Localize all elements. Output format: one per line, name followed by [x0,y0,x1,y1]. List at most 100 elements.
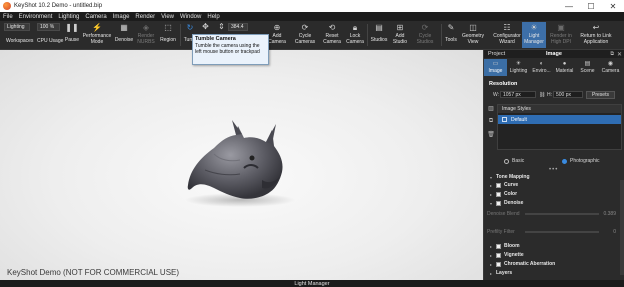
menu-window[interactable]: Window [180,14,201,20]
tab-image[interactable]: ▭ Image [484,59,507,76]
menu-image[interactable]: Image [113,14,130,20]
configurator-wizard-button[interactable]: ☷ Configurator Wizard [491,23,523,45]
light-manager-bar[interactable]: Light Manager [0,280,624,287]
basic-mode-option[interactable]: Basic [504,158,524,164]
prefilter-value[interactable]: 0 [613,229,616,235]
denoise-row[interactable]: ▾ Denoise [490,200,523,206]
tab-lighting[interactable]: ☀ Lighting [507,59,530,76]
tone-mapping-row[interactable]: ▾ Tone Mapping [490,174,530,180]
nurbs-icon: ◈ [142,22,150,32]
tumble-camera-tooltip: Tumble Camera Tumble the camera using th… [192,34,269,65]
light-bulb-icon: ☀ [530,22,538,32]
menu-lighting[interactable]: Lighting [58,14,79,20]
bloom-checkbox[interactable] [496,243,501,249]
region-button[interactable]: ⬚ Region [158,23,178,44]
photographic-mode-option[interactable]: Photographic [562,158,599,164]
image-styles-list: Image Styles Default [497,104,622,150]
geometry-view-button[interactable]: ◫ Geometry View [461,23,485,45]
menu-render[interactable]: Render [135,14,155,20]
zoom-select[interactable]: 100 % [37,23,60,31]
maximize-button[interactable]: ☐ [580,0,602,12]
project-label[interactable]: Project [488,51,505,57]
menu-view[interactable]: View [161,14,174,20]
tab-scene[interactable]: ▤ Scene [576,59,599,76]
menu-camera[interactable]: Camera [85,14,106,20]
pan-icon[interactable]: ✥ [201,22,210,31]
vignette-checkbox[interactable] [496,252,501,258]
height-input[interactable]: 500 px [553,91,583,98]
presets-button[interactable]: Presets [586,91,615,99]
lighting-preset-select[interactable]: Lighting [4,23,30,31]
light-manager-button[interactable]: ☀ Light Manager [522,22,546,48]
pause-button[interactable]: ❚❚ Pause [64,23,80,44]
close-panel-icon[interactable]: ✕ [617,51,622,58]
add-studio-button[interactable]: ⊞ Add Studio [390,23,410,45]
return-arrow-icon: ↩ [592,22,600,32]
prefilter-label: Prefilty Filter [487,228,515,235]
denoise-blend-value[interactable]: 0.389 [603,211,616,217]
style-default-row[interactable]: Default [498,115,621,124]
add-camera-icon: ⊕ [273,22,281,32]
denoise-button[interactable]: ▦ Denoise [114,23,134,44]
cycle-studios-icon: ⟳ [421,22,429,32]
workspaces-button[interactable]: Workspaces [6,38,33,44]
add-studio-label: Add Studio [392,33,408,45]
tab-material[interactable]: ● Material [553,59,576,76]
panel-scrollbar[interactable] [620,180,624,275]
cycle-studios-button[interactable]: ⟳ Cycle Studios [413,23,437,45]
style-checkbox[interactable] [502,117,507,122]
cpu-usage-button[interactable]: CPU Usage [37,38,63,44]
geometry-view-label: Geometry View [462,33,484,45]
add-studio-icon: ⊞ [396,22,404,32]
tooltip-title: Tumble Camera [195,36,236,42]
link-icon[interactable]: ⛓ [539,92,545,98]
chromatic-checkbox[interactable] [496,261,501,267]
layers-row[interactable]: ▸ Layers [490,270,512,276]
dolly-icon[interactable]: ⇕ [217,22,226,31]
demo-watermark: KeyShot Demo (NOT FOR COMMERCIAL USE) [7,268,180,277]
render-viewport[interactable]: KeyShot Demo (NOT FOR COMMERCIAL USE) [0,50,483,280]
cycle-cameras-button[interactable]: ⟳ Cycle Cameras [293,23,317,45]
studios-button[interactable]: ▤ Studios [369,23,389,44]
close-window-button[interactable]: ✕ [602,0,624,12]
reset-camera-button[interactable]: ⟲ Reset Camera [321,23,343,45]
menu-file[interactable]: File [3,14,13,20]
width-input[interactable]: 1057 px [500,91,536,98]
return-link-button[interactable]: ↩ Return to Link Application [576,23,616,45]
curve-row[interactable]: ▸ Curve [490,182,518,188]
render-nurbs-button[interactable]: ◈ Render NURBS [136,23,156,45]
tab-environment[interactable]: ◐ Enviro... [530,59,553,76]
curve-checkbox[interactable] [496,182,501,188]
vignette-row[interactable]: ▸ Vignette [490,252,524,258]
performance-mode-button[interactable]: ⚡ Performance Mode [82,23,112,45]
pause-icon: ❚❚ [65,22,79,32]
menu-help[interactable]: Help [207,14,219,20]
pause-label: Pause [64,37,80,43]
undock-icon[interactable]: ⧉ [610,51,614,57]
chromatic-aberration-row[interactable]: ▸ Chromatic Aberration [490,261,555,267]
tools-button[interactable]: ✎ Tools [443,23,459,44]
duplicate-style-icon[interactable]: ⧉ [487,117,495,125]
photographic-radio[interactable] [562,158,567,164]
prefilter-row[interactable]: Prefilty Filter 0 [487,228,622,235]
denoise-blend-row[interactable]: Denoise Blend 0.389 [487,210,622,217]
menu-environment[interactable]: Environment [19,14,53,20]
prefilter-slider[interactable] [525,231,599,233]
bloom-row[interactable]: ▸ Bloom [490,243,520,249]
denoise-blend-slider[interactable] [525,213,599,215]
color-checkbox[interactable] [496,191,501,197]
basic-radio[interactable] [504,158,509,164]
tab-camera[interactable]: ◉ Camera [599,59,622,76]
image-tab-icon: ▭ [492,61,499,67]
denoise-checkbox[interactable] [496,200,501,206]
render-high-dpi-button[interactable]: ▣ Render in High DPI [548,23,574,45]
more-options-icon[interactable]: ••• [549,167,558,173]
color-row[interactable]: ▸ Color [490,191,517,197]
minimize-button[interactable]: — [558,0,580,12]
lock-camera-button[interactable]: 🔒︎ Lock Camera [345,23,365,45]
add-style-icon[interactable]: ▥ [487,104,495,112]
dragon-head-model [185,120,295,207]
toolbar-divider [441,24,442,46]
delete-style-icon[interactable]: 🗑︎ [487,130,495,138]
cycle-studios-label: Cycle Studios [416,33,434,45]
